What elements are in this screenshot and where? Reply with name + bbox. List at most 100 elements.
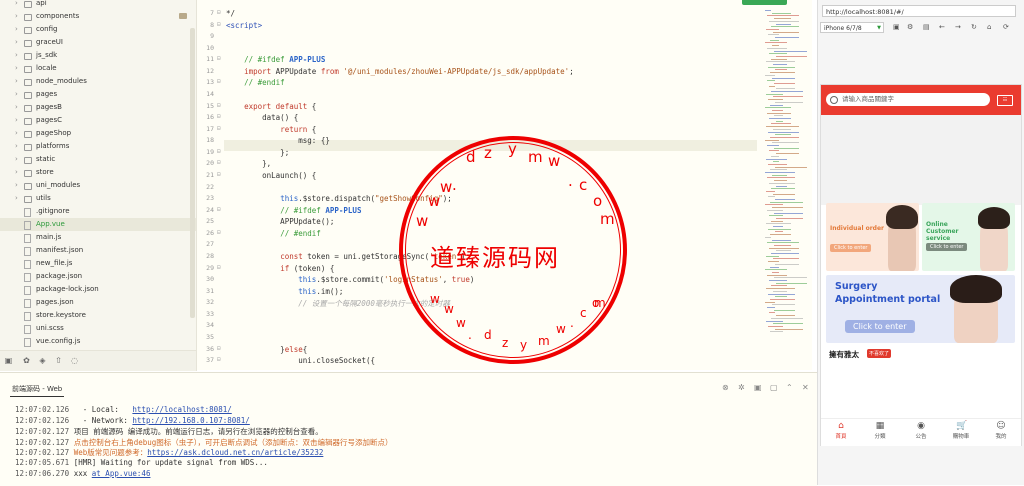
chevron-right-icon[interactable]: › <box>15 36 18 49</box>
sidebar-item-pagesb[interactable]: › pagesB <box>0 101 196 114</box>
code-line[interactable]: export default { <box>226 102 316 111</box>
code-line[interactable]: if (token) { <box>226 264 334 273</box>
chevron-right-icon[interactable]: › <box>15 114 18 127</box>
individual-order-card[interactable]: Individual order Click to enter <box>826 203 919 271</box>
close-icon[interactable]: ✕ <box>802 383 809 392</box>
line-number[interactable]: 26 <box>197 229 214 237</box>
code-line[interactable]: */ <box>226 9 235 18</box>
surgery-appointment-card[interactable]: Surgery Appointment portal Click to ente… <box>826 275 1015 343</box>
tab-user[interactable]: ☺ 我的 <box>988 421 1014 440</box>
line-number[interactable]: 23 <box>197 194 214 202</box>
sidebar-item-uni-modules[interactable]: › uni_modules <box>0 179 196 192</box>
code-line[interactable]: <script> <box>226 21 262 30</box>
sidebar-item-pages-json[interactable]: pages.json <box>0 296 196 309</box>
fold-toggle-icon[interactable]: ⊟ <box>217 78 221 85</box>
fold-toggle-icon[interactable]: ⊟ <box>217 21 221 28</box>
log-link[interactable]: at App.vue:46 <box>92 469 151 478</box>
sidebar-item-uni-scss[interactable]: uni.scss <box>0 322 196 335</box>
line-number[interactable]: 7 <box>197 9 214 17</box>
sidebar-item-graceui[interactable]: › graceUI <box>0 36 196 49</box>
rotate-icon[interactable]: ⟳ <box>1003 23 1009 32</box>
code-line[interactable]: import APPUpdate from '@/uni_modules/zho… <box>226 67 574 76</box>
forward-icon[interactable]: → <box>955 23 961 32</box>
code-line[interactable]: return { <box>226 125 316 134</box>
chevron-right-icon[interactable]: › <box>15 127 18 140</box>
refresh-icon[interactable]: ↻ <box>971 23 977 32</box>
customer-service-card[interactable]: Online Customer service Click to enter <box>922 203 1015 271</box>
code-line[interactable]: // #endif <box>226 229 321 238</box>
line-number[interactable]: 28 <box>197 252 214 260</box>
code-line[interactable]: }else{ <box>226 345 307 354</box>
tab-notice[interactable]: ◉ 公告 <box>908 421 934 440</box>
code-line[interactable]: APPUpdate(); <box>226 217 334 226</box>
code-line[interactable]: uni.closeSocket({ <box>226 356 375 365</box>
line-number[interactable]: 8 <box>197 21 214 29</box>
code-line[interactable]: data() { <box>226 113 298 122</box>
sidebar-item-new-file-js[interactable]: new_file.js <box>0 257 196 270</box>
fold-toggle-icon[interactable]: ⊟ <box>217 55 221 62</box>
line-number[interactable]: 32 <box>197 298 214 306</box>
back-icon[interactable]: ← <box>939 23 945 32</box>
chevron-right-icon[interactable]: › <box>15 153 18 166</box>
code-line[interactable]: // #ifdef APP-PLUS <box>226 55 325 64</box>
line-number[interactable]: 11 <box>197 55 214 63</box>
sidebar-item-package-lock-json[interactable]: package-lock.json <box>0 283 196 296</box>
folder-icon[interactable]: ▣ <box>4 356 13 365</box>
maximize-icon[interactable]: ▢ <box>770 383 778 392</box>
screenshot-icon[interactable]: ▣ <box>893 23 900 32</box>
sidebar-item-package-json[interactable]: package.json <box>0 270 196 283</box>
search-input[interactable]: 请输入商品關鍵字 <box>826 93 990 106</box>
sidebar-item-store[interactable]: › store <box>0 166 196 179</box>
fold-toggle-icon[interactable]: ⊟ <box>217 356 221 363</box>
line-number[interactable]: 22 <box>197 183 214 191</box>
console-icon[interactable]: ▤ <box>923 23 930 32</box>
code-line[interactable]: onLaunch() { <box>226 171 316 180</box>
sidebar-item-utils[interactable]: › utils <box>0 192 196 205</box>
sidebar-item-locale[interactable]: › locale <box>0 62 196 75</box>
line-number[interactable]: 16 <box>197 113 214 121</box>
fold-toggle-icon[interactable]: ⊟ <box>217 171 221 178</box>
line-number[interactable]: 34 <box>197 321 214 329</box>
code-line[interactable]: }; <box>226 148 289 157</box>
chevron-right-icon[interactable]: › <box>15 101 18 114</box>
line-number[interactable]: 27 <box>197 240 214 248</box>
chevron-right-icon[interactable]: › <box>15 10 18 23</box>
sidebar-item-pageshop[interactable]: › pageShop <box>0 127 196 140</box>
minimap[interactable] <box>765 10 810 350</box>
scan-icon[interactable]: ☷ <box>997 95 1013 106</box>
search-icon[interactable]: ◌ <box>70 356 79 365</box>
tab-home[interactable]: ⌂ 首頁 <box>828 421 854 440</box>
line-number[interactable]: 19 <box>197 148 214 156</box>
sidebar-item-app-vue[interactable]: App.vue <box>0 218 196 231</box>
debug-icon[interactable]: ✲ <box>738 383 745 392</box>
line-number[interactable]: 25 <box>197 217 214 225</box>
chevron-right-icon[interactable]: › <box>15 179 18 192</box>
fold-toggle-icon[interactable]: ⊟ <box>217 206 221 213</box>
console-tab[interactable]: 前端源码 - Web <box>12 384 62 394</box>
code-line[interactable]: this.im(); <box>226 287 343 296</box>
line-number[interactable]: 20 <box>197 159 214 167</box>
card-enter-button[interactable]: Click to enter <box>830 244 872 252</box>
sidebar-item-pages[interactable]: › pages <box>0 88 196 101</box>
line-number[interactable]: 9 <box>197 32 214 40</box>
fold-toggle-icon[interactable]: ⊟ <box>217 125 221 132</box>
sidebar-item-platforms[interactable]: › platforms <box>0 140 196 153</box>
sidebar-item-main-js[interactable]: main.js <box>0 231 196 244</box>
sidebar-item-static[interactable]: › static <box>0 153 196 166</box>
home-icon[interactable]: ⌂ <box>987 23 991 32</box>
line-number[interactable]: 31 <box>197 287 214 295</box>
chevron-right-icon[interactable]: › <box>15 23 18 36</box>
collapse-icon[interactable]: ⌃ <box>786 383 793 392</box>
card-enter-button[interactable]: Click to enter <box>926 243 968 251</box>
line-number[interactable]: 33 <box>197 310 214 318</box>
line-number[interactable]: 12 <box>197 67 214 75</box>
fold-toggle-icon[interactable]: ⊟ <box>217 264 221 271</box>
fold-toggle-icon[interactable]: ⊟ <box>217 345 221 352</box>
run-button[interactable] <box>742 0 787 5</box>
line-number[interactable]: 24 <box>197 206 214 214</box>
line-number[interactable]: 30 <box>197 275 214 283</box>
fold-toggle-icon[interactable]: ⊟ <box>217 102 221 109</box>
sidebar-item-config[interactable]: › config <box>0 23 196 36</box>
line-number[interactable]: 36 <box>197 345 214 353</box>
tab-grid[interactable]: ▦ 分類 <box>867 421 893 440</box>
